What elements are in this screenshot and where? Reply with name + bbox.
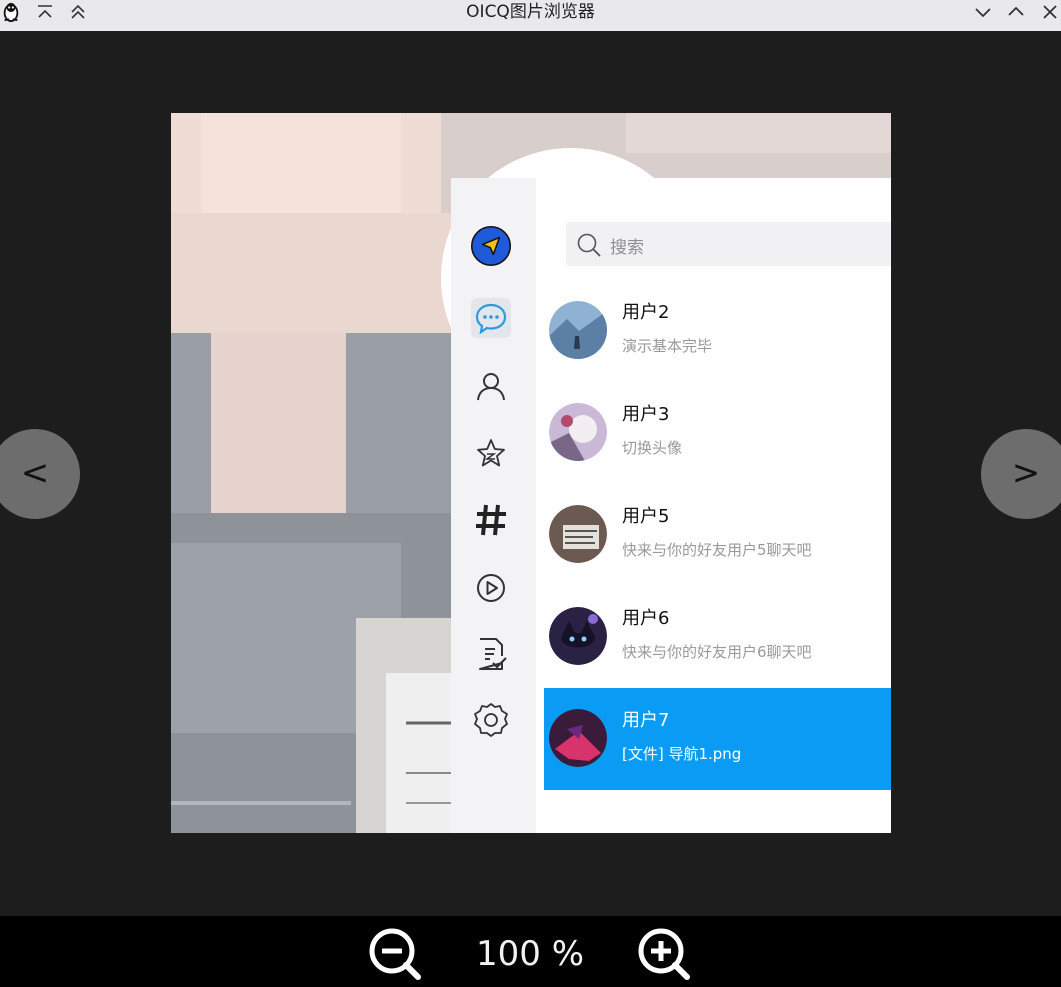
window-title: OICQ图片浏览器	[466, 2, 595, 22]
next-image-button[interactable]: >	[981, 429, 1061, 519]
conversation-preview: 演示基本完毕	[622, 337, 713, 355]
search-input[interactable]: 搜索	[566, 222, 891, 266]
zoom-level: 100 %	[475, 934, 584, 974]
avatar	[549, 505, 607, 563]
hashtag-icon[interactable]	[471, 500, 511, 540]
app-sidebar	[451, 178, 536, 833]
play-icon[interactable]	[471, 568, 511, 608]
conversation-item-user6[interactable]: 用户6 快来与你的好友用户6聊天吧	[544, 586, 891, 688]
displayed-image: 搜索 用户2 演示基本完毕 用户3 切换头像 用户5 快来与你的好友用户5聊天吧…	[171, 113, 891, 833]
conversation-name: 用户2	[622, 302, 670, 323]
conversation-preview: 快来与你的好友用户6聊天吧	[622, 643, 812, 661]
conversation-name: 用户5	[622, 506, 670, 527]
settings-icon[interactable]	[471, 700, 511, 740]
zoom-toolbar: 100 %	[0, 916, 1061, 987]
send-icon[interactable]	[471, 226, 511, 266]
minimize-chevron-down-icon[interactable]	[972, 2, 994, 22]
zoom-out-icon[interactable]	[367, 926, 423, 982]
image-viewer: < > 搜索 用户2 演示基本完毕 用户3 切换头像 用户5 快来与你的好友用户…	[0, 31, 1061, 916]
zoom-in-icon[interactable]	[636, 926, 692, 982]
conversation-preview: [文件] 导航1.png	[622, 745, 742, 763]
avatar	[549, 403, 607, 461]
chat-icon[interactable]	[471, 298, 511, 338]
conversation-name: 用户3	[622, 404, 670, 425]
close-icon[interactable]	[1039, 2, 1061, 22]
chat-app-panel: 搜索 用户2 演示基本完毕 用户3 切换头像 用户5 快来与你的好友用户5聊天吧…	[451, 178, 891, 833]
document-icon[interactable]	[471, 634, 511, 674]
search-icon	[577, 233, 601, 257]
avatar	[549, 301, 607, 359]
previous-image-button[interactable]: <	[0, 429, 80, 519]
conversation-name: 用户7	[622, 710, 670, 731]
conversation-name: 用户6	[622, 608, 670, 629]
conversation-item-user3[interactable]: 用户3 切换头像	[544, 382, 891, 484]
conversation-item-user2[interactable]: 用户2 演示基本完毕	[544, 280, 891, 382]
conversation-preview: 切换头像	[622, 439, 683, 457]
title-bar: OICQ图片浏览器	[0, 0, 1061, 31]
conversation-item-user5[interactable]: 用户5 快来与你的好友用户5聊天吧	[544, 484, 891, 586]
avatar	[549, 607, 607, 665]
star-icon[interactable]	[471, 433, 511, 473]
avatar	[549, 709, 607, 767]
conversation-item-user7[interactable]: 用户7 [文件] 导航1.png	[544, 688, 891, 790]
search-placeholder: 搜索	[610, 238, 644, 258]
conversation-preview: 快来与你的好友用户5聊天吧	[622, 541, 812, 559]
maximize-chevron-up-icon[interactable]	[1005, 2, 1027, 22]
contacts-icon[interactable]	[471, 366, 511, 406]
